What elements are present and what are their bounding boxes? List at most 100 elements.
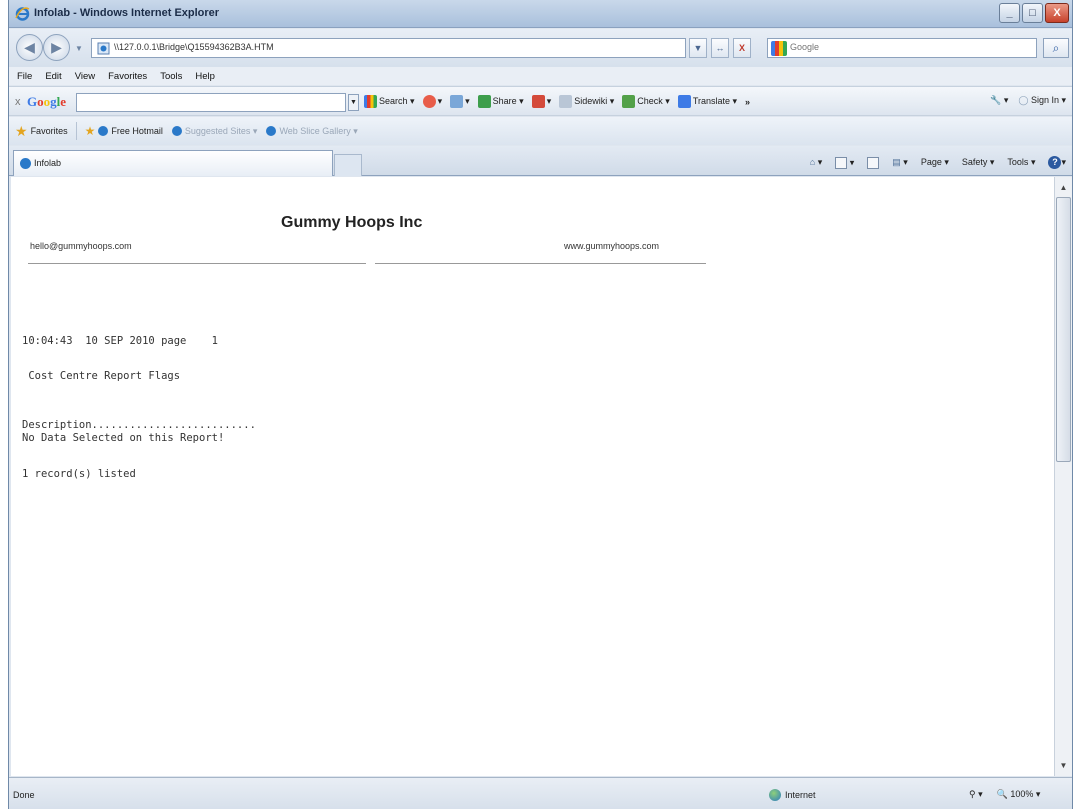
- help-menu-button[interactable]: ? ▾: [1048, 156, 1066, 169]
- home-button[interactable]: ⌂ ▾: [810, 157, 822, 168]
- google-search-input[interactable]: [76, 93, 346, 112]
- ie-page-icon: [171, 126, 182, 137]
- favorites-star-icon: ★: [15, 122, 28, 139]
- share-icon: [477, 95, 491, 108]
- protected-mode-button[interactable]: ⚲ ▾: [969, 789, 983, 800]
- ie-page-icon: [266, 126, 277, 137]
- translate-button[interactable]: Translate ▾: [677, 95, 737, 108]
- favorites-bar: ★ Favorites ★ Free Hotmail Suggested Sit…: [9, 117, 1072, 145]
- safety-menu-button[interactable]: Safety ▾: [962, 157, 995, 168]
- print-button[interactable]: ▤ ▾: [892, 157, 908, 168]
- maximize-button[interactable]: □: [1022, 3, 1043, 23]
- menu-edit[interactable]: Edit: [45, 71, 61, 82]
- mail-button[interactable]: [867, 156, 880, 169]
- menu-file[interactable]: File: [17, 71, 32, 82]
- share-button[interactable]: Share ▾: [477, 95, 524, 108]
- sign-in-button[interactable]: ◯ Sign In ▾: [1018, 95, 1066, 106]
- google-search-button[interactable]: Search ▾: [364, 95, 415, 108]
- menu-tools[interactable]: Tools: [160, 71, 182, 82]
- translate-icon: [677, 95, 691, 108]
- puzzle-button[interactable]: ▾: [450, 95, 470, 108]
- vertical-scrollbar[interactable]: ▲ ▼: [1054, 177, 1072, 776]
- address-dropdown-button[interactable]: ▼: [689, 38, 707, 58]
- report-timestamp: 10:04:43 10 SEP 2010 page 1: [22, 335, 218, 347]
- url-text: \\127.0.0.1\Bridge\Q15594362B3A.HTM: [114, 42, 274, 52]
- magnifier-icon: ⌕: [1052, 40, 1060, 55]
- refresh-button[interactable]: ↔: [711, 38, 729, 58]
- globe-icon: [769, 789, 781, 801]
- pagerank-icon: [531, 95, 545, 108]
- scroll-down-icon[interactable]: ▼: [1055, 757, 1072, 774]
- menu-favorites[interactable]: Favorites: [108, 71, 147, 82]
- search-input[interactable]: [790, 42, 1030, 52]
- bookmark-button[interactable]: ▾: [422, 95, 442, 108]
- wrench-button[interactable]: 🔧 ▾: [990, 95, 1008, 106]
- report-description-header: Description..........................: [22, 419, 256, 431]
- zoom-icon: 🔍: [996, 789, 1008, 799]
- tools-menu-button[interactable]: Tools ▾: [1007, 157, 1035, 168]
- back-button[interactable]: ◀: [16, 34, 43, 61]
- search-box[interactable]: [767, 38, 1037, 58]
- google-icon: [364, 95, 377, 108]
- recent-pages-dropdown[interactable]: ▼: [75, 44, 83, 53]
- scroll-thumb[interactable]: [1056, 197, 1071, 462]
- add-favorites-icon[interactable]: ★: [85, 124, 96, 138]
- new-tab-button[interactable]: [334, 154, 362, 176]
- search-button[interactable]: ⌕: [1043, 38, 1069, 58]
- page-content: Gummy Hoops Inc hello@gummyhoops.com www…: [11, 177, 1054, 776]
- check-button[interactable]: Check ▾: [622, 95, 670, 108]
- fav-item-suggested-sites[interactable]: Suggested Sites ▾: [171, 126, 257, 137]
- forward-button[interactable]: ▶: [43, 34, 70, 61]
- tab-row: Infolab ⌂ ▾ ▾ ▤ ▾ Page ▾ Safety ▾ Tools …: [9, 146, 1072, 176]
- sidewiki-icon: [559, 95, 573, 108]
- browser-window: Infolab - Windows Internet Explorer _ □ …: [8, 0, 1073, 809]
- google-icon: [771, 41, 787, 56]
- help-icon: ?: [1048, 156, 1062, 169]
- address-bar[interactable]: \\127.0.0.1\Bridge\Q15594362B3A.HTM: [91, 38, 686, 58]
- window-title: Infolab - Windows Internet Explorer: [34, 7, 220, 19]
- more-tools-button[interactable]: »: [745, 97, 750, 107]
- google-search-dropdown[interactable]: ▼: [348, 94, 359, 111]
- favorites-button[interactable]: Favorites: [31, 126, 68, 136]
- translate-page-button[interactable]: ▾: [531, 95, 551, 108]
- user-icon: ◯: [1018, 95, 1029, 105]
- report-record-count: 1 record(s) listed: [22, 468, 136, 480]
- google-logo: Google: [27, 94, 67, 109]
- feeds-button[interactable]: ▾: [835, 156, 854, 169]
- menu-view[interactable]: View: [75, 71, 95, 82]
- fav-item-free-hotmail[interactable]: Free Hotmail: [98, 126, 163, 137]
- command-bar: ⌂ ▾ ▾ ▤ ▾ Page ▾ Safety ▾ Tools ▾ ? ▾: [810, 156, 1066, 169]
- feeds-icon: [835, 156, 848, 169]
- google-toolbar-right: 🔧 ▾ ◯ Sign In ▾: [990, 95, 1066, 106]
- home-icon: ⌂: [809, 157, 816, 167]
- chevron-down-icon: ▼: [350, 99, 357, 106]
- address-row: ◀ ▶ ▼ \\127.0.0.1\Bridge\Q15594362B3A.HT…: [9, 29, 1072, 67]
- menu-help[interactable]: Help: [195, 71, 215, 82]
- stop-button[interactable]: X: [733, 38, 751, 58]
- minimize-button[interactable]: _: [999, 3, 1020, 23]
- company-website: www.gummyhoops.com: [564, 241, 660, 251]
- menu-bar: File Edit View Favorites Tools Help: [9, 67, 1072, 85]
- divider: [75, 122, 77, 140]
- puzzle-icon: [450, 95, 464, 108]
- security-zone[interactable]: Internet: [769, 789, 816, 801]
- close-button[interactable]: X: [1045, 3, 1069, 23]
- sidewiki-button[interactable]: Sidewiki ▾: [559, 95, 614, 108]
- fav-item-web-slice-gallery[interactable]: Web Slice Gallery ▾: [266, 126, 358, 137]
- ie-logo-icon: [15, 7, 30, 21]
- mail-icon: [867, 156, 880, 169]
- divider: [375, 263, 706, 264]
- ie-page-icon: [98, 126, 109, 137]
- lock-icon: ⚲: [969, 789, 976, 799]
- page-menu-button[interactable]: Page ▾: [921, 157, 949, 168]
- title-bar[interactable]: Infolab - Windows Internet Explorer _ □ …: [9, 0, 1072, 28]
- google-tools: Search ▾ ▾ ▾ Share ▾ ▾ Sidewiki ▾ Check …: [364, 95, 750, 108]
- report-no-data-message: No Data Selected on this Report!: [22, 432, 225, 444]
- scroll-up-icon[interactable]: ▲: [1055, 179, 1072, 196]
- zoom-button[interactable]: 🔍 100% ▾: [997, 789, 1041, 800]
- company-email: hello@gummyhoops.com: [30, 241, 132, 251]
- wrench-icon: 🔧: [990, 95, 1002, 105]
- tab-infolab[interactable]: Infolab: [13, 150, 333, 176]
- google-toolbar-close[interactable]: x: [15, 96, 21, 108]
- status-bar: Done Internet ⚲ ▾ 🔍 100% ▾: [9, 777, 1072, 809]
